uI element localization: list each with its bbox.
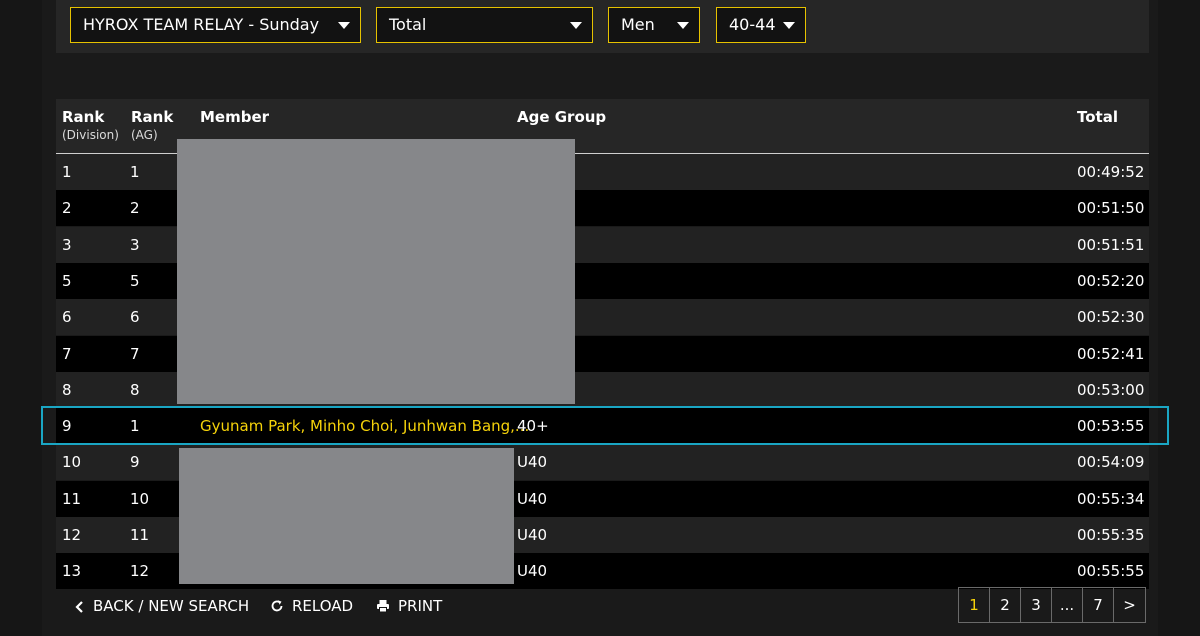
cell-rank-division: 7 [62,345,72,363]
gender-select-value: Men [621,15,655,34]
cell-rank-ag: 6 [130,308,140,326]
cell-total: 00:52:20 [1077,272,1145,290]
age-group-select-value: 40-44 [729,15,776,34]
age-group-select[interactable]: 40-44 [716,7,806,43]
next-page-button[interactable]: > [1114,588,1145,622]
event-select-value: HYROX TEAM RELAY - Sunday [83,15,320,34]
chevron-left-icon [75,601,83,613]
page-button[interactable]: 7 [1083,588,1114,622]
split-select[interactable]: Total [376,7,593,43]
page-ellipsis: ... [1052,588,1083,622]
cell-rank-ag: 11 [130,526,150,544]
cell-age-group: U40 [517,562,548,580]
cell-rank-division: 10 [62,453,82,471]
cell-total: 00:49:52 [1077,163,1145,181]
page-button[interactable]: 1 [959,588,990,622]
header-rank-ag-sub: (AG) [131,128,158,142]
pagination: 1 2 3... 7 > [958,587,1146,623]
cell-rank-ag: 7 [130,345,140,363]
cell-rank-division: 13 [62,562,82,580]
header-rank-division-label: Rank [62,108,105,126]
header-total[interactable]: Total [1077,108,1118,126]
cell-rank-ag: 3 [130,236,140,254]
header-age-group[interactable]: Age Group [517,108,606,126]
reload-button[interactable]: RELOAD [270,594,353,618]
cell-rank-ag: 5 [130,272,140,290]
page-button[interactable]: 2 [990,588,1021,622]
cell-rank-division: 6 [62,308,72,326]
header-rank-division-sub: (Division) [62,128,119,142]
print-label: PRINT [398,597,443,615]
cell-rank-ag: 2 [130,199,140,217]
cell-age-group: U40 [517,453,548,471]
cell-rank-ag: 1 [130,163,140,181]
caret-down-icon [783,22,795,29]
cell-rank-division: 2 [62,199,72,217]
header-rank-ag-label: Rank [131,108,174,126]
gender-select[interactable]: Men [608,7,700,43]
caret-down-icon [570,22,582,29]
cell-total: 00:53:00 [1077,381,1145,399]
footer-actions: BACK / NEW SEARCH RELOAD PRINT [0,594,600,618]
cell-rank-division: 3 [62,236,72,254]
cell-total: 00:51:50 [1077,199,1145,217]
cell-total: 00:54:09 [1077,453,1145,471]
redaction-block [177,139,575,404]
redaction-block [179,448,514,584]
cell-rank-division: 8 [62,381,72,399]
cell-total: 00:55:55 [1077,562,1145,580]
highlighted-row-outline [41,406,1169,445]
reload-label: RELOAD [292,597,354,615]
header-member[interactable]: Member [200,108,269,126]
cell-rank-ag: 9 [130,453,140,471]
cell-total: 00:55:34 [1077,490,1145,508]
caret-down-icon [338,22,350,29]
event-select[interactable]: HYROX TEAM RELAY - Sunday [70,7,361,43]
split-select-value: Total [389,15,427,34]
print-button[interactable]: PRINT [376,594,442,618]
header-rank-division[interactable]: Rank (Division) [62,108,119,142]
cell-rank-division: 5 [62,272,72,290]
cell-total: 00:55:35 [1077,526,1145,544]
cell-rank-division: 1 [62,163,72,181]
cell-rank-division: 12 [62,526,82,544]
back-label: BACK / NEW SEARCH [93,597,250,615]
page-button[interactable]: 3 [1021,588,1052,622]
cell-age-group: U40 [517,526,548,544]
reload-icon [271,600,283,612]
printer-icon [377,600,389,613]
cell-rank-ag: 12 [130,562,150,580]
cell-total: 00:52:41 [1077,345,1145,363]
back-new-search-link[interactable]: BACK / NEW SEARCH [75,594,249,618]
cell-age-group: U40 [517,490,548,508]
cell-total: 00:52:30 [1077,308,1145,326]
cell-rank-ag: 10 [130,490,150,508]
cell-rank-ag: 8 [130,381,140,399]
caret-down-icon [677,22,689,29]
header-rank-ag[interactable]: Rank (AG) [131,108,173,142]
cell-total: 00:51:51 [1077,236,1145,254]
cell-rank-division: 11 [62,490,82,508]
